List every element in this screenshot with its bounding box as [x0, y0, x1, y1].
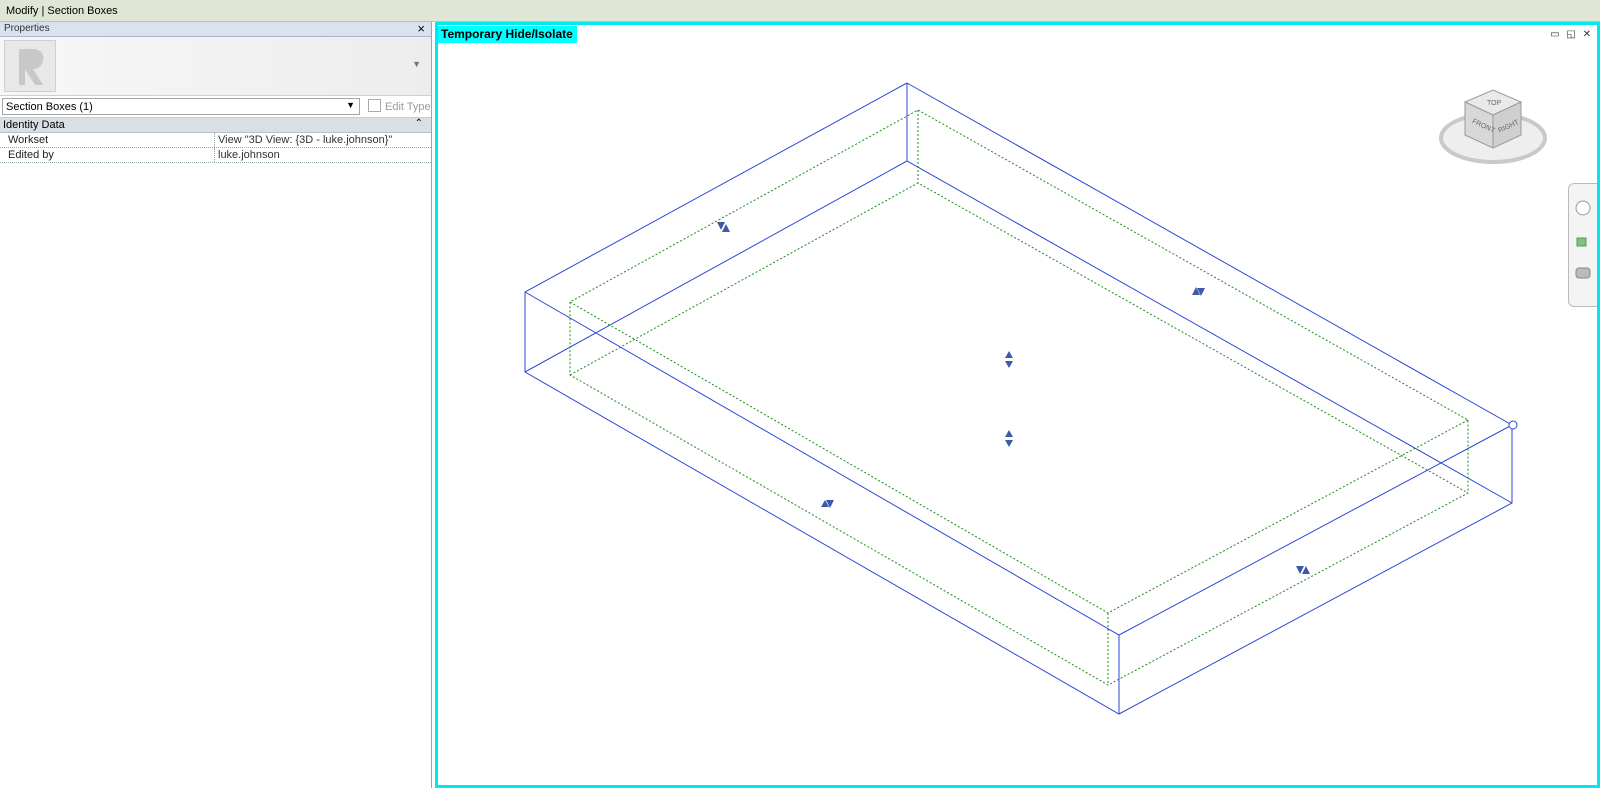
- instance-filter-value: Section Boxes (1): [6, 101, 93, 113]
- column-divider: [214, 148, 216, 162]
- grip-icon: [1296, 566, 1310, 574]
- section-box: [524, 82, 1513, 715]
- type-preview[interactable]: ▼: [0, 37, 431, 96]
- type-selector-row: Section Boxes (1) ▼ Edit Type: [0, 96, 431, 118]
- steering-wheel-icon: [1575, 267, 1591, 279]
- collapse-icon[interactable]: ⌃: [415, 118, 423, 129]
- grip-icon: [1192, 287, 1205, 296]
- edit-type-label: Edit Type: [385, 101, 431, 113]
- grip-icon: [821, 500, 834, 508]
- rotate-grip-icon: [1508, 420, 1518, 430]
- chevron-down-icon[interactable]: ▼: [412, 59, 421, 69]
- property-row-edited-by[interactable]: Edited by luke.johnson: [0, 148, 431, 163]
- edit-type-button[interactable]: Edit Type: [368, 99, 431, 113]
- property-value: View "3D View: {3D - luke.johnson}": [218, 134, 393, 146]
- close-icon[interactable]: ×: [417, 21, 425, 36]
- properties-title: Properties: [4, 23, 50, 34]
- properties-panel: Properties × ▼ Section Boxes (1) ▼ Edit …: [0, 21, 432, 788]
- column-divider: [214, 133, 216, 147]
- grip-icon: [1005, 430, 1013, 447]
- group-header-identity-data[interactable]: Identity Data ⌃: [0, 118, 431, 133]
- chevron-down-icon: ▼: [346, 100, 355, 110]
- viewcube-icon: TOP FRONT RIGHT: [1439, 89, 1547, 164]
- group-title: Identity Data: [3, 119, 65, 131]
- property-value: luke.johnson: [218, 149, 280, 161]
- navigation-bar[interactable]: [1568, 183, 1597, 307]
- grip-icon: [717, 222, 730, 232]
- property-key: Workset: [8, 134, 49, 146]
- properties-header: Properties ×: [0, 21, 431, 37]
- section-box-grips: [717, 222, 1518, 574]
- zoom-icon: [1576, 237, 1587, 247]
- grip-icon: [1005, 351, 1013, 368]
- context-title: Modify | Section Boxes: [6, 5, 118, 17]
- family-thumbnail-icon: [4, 40, 56, 92]
- 3d-viewport[interactable]: Temporary Hide/Isolate ▭ ◱ ✕ TOP FRONT R…: [435, 22, 1600, 788]
- property-key: Edited by: [8, 149, 54, 161]
- edit-type-icon: [368, 99, 381, 112]
- instance-filter-dropdown[interactable]: Section Boxes (1) ▼: [2, 98, 360, 115]
- section-box-drawing[interactable]: TOP FRONT RIGHT: [438, 25, 1597, 785]
- viewcube-top-label: TOP: [1487, 100, 1502, 107]
- ribbon-context-bar: Modify | Section Boxes: [0, 0, 1600, 22]
- property-row-workset[interactable]: Workset View "3D View: {3D - luke.johnso…: [0, 133, 431, 148]
- navigation-bar-icons: [1575, 200, 1591, 279]
